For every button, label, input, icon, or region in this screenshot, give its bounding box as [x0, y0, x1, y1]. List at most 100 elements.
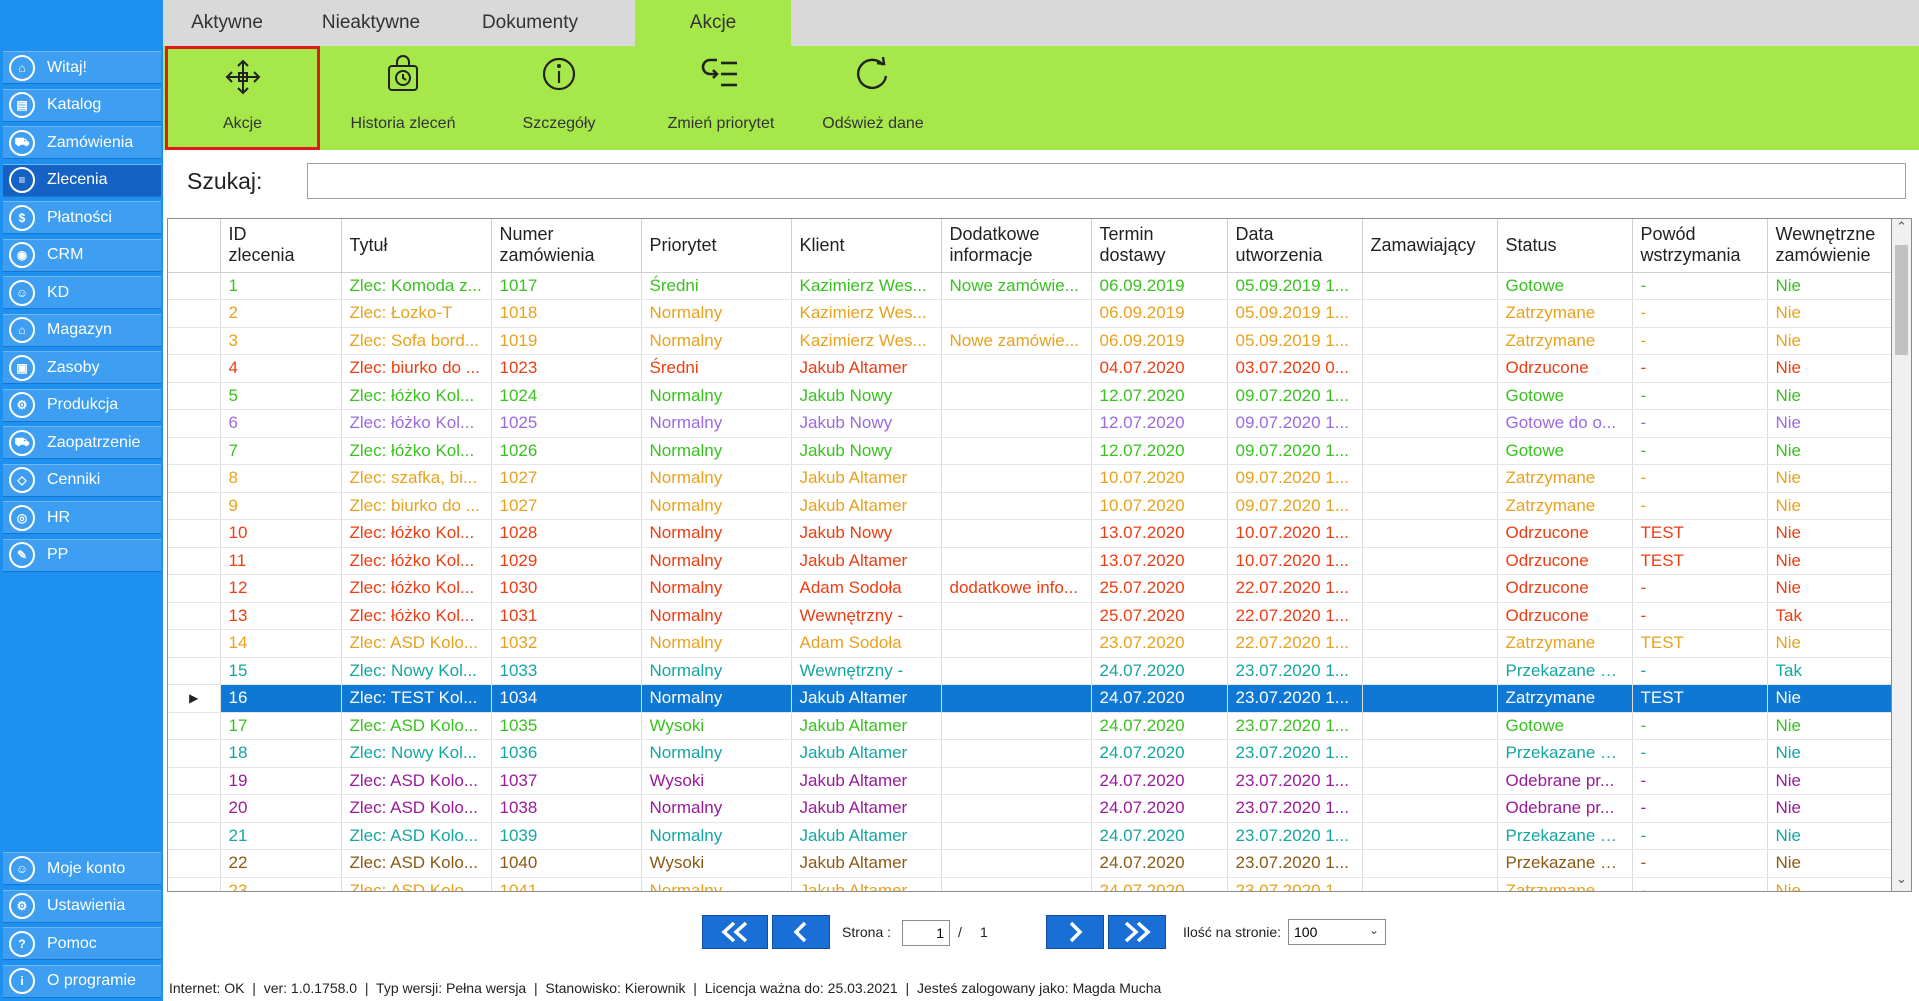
table-cell[interactable]: Zatrzymane: [1497, 877, 1633, 891]
table-cell[interactable]: 9: [220, 492, 342, 520]
table-cell[interactable]: Odebrane pr...: [1497, 767, 1633, 795]
table-cell[interactable]: 1032: [491, 629, 642, 658]
table-cell[interactable]: Zlec: łóżko Kol...: [341, 437, 492, 465]
current-row-indicator-icon[interactable]: ▶: [168, 684, 221, 713]
table-cell[interactable]: Normalny: [641, 464, 792, 493]
table-cell[interactable]: Nie: [1767, 849, 1891, 878]
row-header[interactable]: [168, 767, 221, 795]
table-cell[interactable]: Normalny: [641, 409, 792, 438]
sidebar-item-kd[interactable]: ☺ KD: [3, 276, 161, 309]
table-cell[interactable]: Zatrzymane: [1497, 629, 1633, 658]
prev-page-button[interactable]: [772, 915, 830, 949]
table-cell[interactable]: 14: [220, 629, 342, 658]
table-cell[interactable]: Nie: [1767, 574, 1891, 603]
table-cell[interactable]: Gotowe: [1497, 382, 1633, 410]
table-cell[interactable]: Odrzucone: [1497, 547, 1633, 575]
table-cell[interactable]: Wysoki: [641, 849, 792, 878]
table-cell[interactable]: Jakub Altamer: [791, 547, 942, 575]
table-cell[interactable]: Odebrane pr...: [1497, 794, 1633, 823]
table-cell[interactable]: TEST: [1632, 519, 1768, 548]
table-cell[interactable]: Zlec: szafka, bi...: [341, 464, 492, 493]
table-cell[interactable]: [1362, 492, 1498, 520]
table-cell[interactable]: 22.07.2020 1...: [1227, 629, 1363, 658]
table-cell[interactable]: Adam Sodoła: [791, 574, 942, 603]
table-cell[interactable]: 15: [220, 657, 342, 685]
table-cell[interactable]: Nie: [1767, 437, 1891, 465]
sidebar-item-zamówienia[interactable]: ⛟ Zamówienia: [3, 126, 161, 159]
table-cell[interactable]: 09.07.2020 1...: [1227, 437, 1363, 465]
table-cell[interactable]: Jakub Nowy: [791, 409, 942, 438]
sidebar-item-hr[interactable]: ◎ HR: [3, 501, 161, 534]
row-header[interactable]: [168, 657, 221, 685]
row-header[interactable]: [168, 712, 221, 740]
table-cell[interactable]: Jakub Altamer: [791, 354, 942, 383]
row-header[interactable]: [168, 492, 221, 520]
table-cell[interactable]: [1362, 629, 1498, 658]
table-cell[interactable]: 09.07.2020 1...: [1227, 409, 1363, 438]
table-cell[interactable]: 21: [220, 822, 342, 850]
table-row[interactable]: 10 Zlec: łóżko Kol... 1028 Normalny Jakub No…: [168, 519, 1891, 548]
table-cell[interactable]: [1362, 299, 1498, 328]
akcje-button[interactable]: Akcje: [165, 46, 320, 150]
table-cell[interactable]: Normalny: [641, 299, 792, 328]
table-cell[interactable]: 06.09.2019: [1091, 272, 1228, 300]
table-cell[interactable]: Jakub Altamer: [791, 877, 942, 891]
scroll-down-icon[interactable]: ⌄: [1892, 871, 1911, 891]
table-cell[interactable]: 17: [220, 712, 342, 740]
table-cell[interactable]: 1031: [491, 602, 642, 630]
table-cell[interactable]: Normalny: [641, 574, 792, 603]
row-header[interactable]: [168, 629, 221, 658]
row-header[interactable]: [168, 877, 221, 891]
table-cell[interactable]: Odrzucone: [1497, 574, 1633, 603]
sidebar-item-pp[interactable]: ✎ PP: [3, 538, 161, 572]
row-header[interactable]: [168, 354, 221, 383]
table-cell[interactable]: 18: [220, 739, 342, 768]
table-cell[interactable]: 25.07.2020: [1091, 602, 1228, 630]
table-cell[interactable]: TEST: [1632, 684, 1768, 713]
row-header[interactable]: [168, 822, 221, 850]
tab-akcje[interactable]: Akcje: [635, 0, 791, 46]
table-cell[interactable]: Wewnętrzny -: [791, 657, 942, 685]
column-header[interactable]: Termin dostawy: [1091, 219, 1228, 273]
table-cell[interactable]: 5: [220, 382, 342, 410]
table-cell[interactable]: [941, 437, 1092, 465]
table-cell[interactable]: 23.07.2020: [1091, 629, 1228, 658]
table-cell[interactable]: 10.07.2020 1...: [1227, 547, 1363, 575]
table-row[interactable]: 9 Zlec: biurko do ... 1027 Normalny Jakub Al…: [168, 492, 1891, 520]
table-row[interactable]: 17 Zlec: ASD Kolo... 1035 Wysoki Jakub Altam…: [168, 712, 1891, 740]
row-header[interactable]: [168, 519, 221, 548]
table-cell[interactable]: Zlec: łóżko Kol...: [341, 602, 492, 630]
table-cell[interactable]: Normalny: [641, 657, 792, 685]
table-cell[interactable]: -: [1632, 272, 1768, 300]
last-page-button[interactable]: [1108, 915, 1166, 949]
table-row[interactable]: 21 Zlec: ASD Kolo... 1039 Normalny Jakub Alt…: [168, 822, 1891, 850]
table-cell[interactable]: Przekazane n...: [1497, 739, 1633, 768]
table-cell[interactable]: Gotowe do o...: [1497, 409, 1633, 438]
table-cell[interactable]: -: [1632, 464, 1768, 493]
table-cell[interactable]: Zlec: łóżko Kol...: [341, 547, 492, 575]
table-cell[interactable]: Nie: [1767, 739, 1891, 768]
row-header[interactable]: [168, 299, 221, 328]
table-cell[interactable]: Nie: [1767, 712, 1891, 740]
column-header[interactable]: Zamawiający: [1362, 219, 1498, 273]
table-cell[interactable]: [941, 712, 1092, 740]
table-row[interactable]: 3 Zlec: Sofa bord... 1019 Normalny Kazimierz…: [168, 327, 1891, 355]
table-cell[interactable]: Nie: [1767, 354, 1891, 383]
table-cell[interactable]: 25.07.2020: [1091, 574, 1228, 603]
table-cell[interactable]: 09.07.2020 1...: [1227, 464, 1363, 493]
table-cell[interactable]: Nie: [1767, 327, 1891, 355]
table-cell[interactable]: [1362, 327, 1498, 355]
table-cell[interactable]: [1362, 464, 1498, 493]
table-row[interactable]: 22 Zlec: ASD Kolo... 1040 Wysoki Jakub Altam…: [168, 849, 1891, 878]
table-cell[interactable]: 1029: [491, 547, 642, 575]
vertical-scrollbar[interactable]: ⌃ ⌄: [1892, 218, 1912, 892]
table-cell[interactable]: Normalny: [641, 794, 792, 823]
row-header[interactable]: [168, 574, 221, 603]
row-header[interactable]: [168, 849, 221, 878]
odswiez-dane-button[interactable]: Odśwież dane: [803, 46, 943, 150]
table-cell[interactable]: Nie: [1767, 272, 1891, 300]
table-cell[interactable]: -: [1632, 877, 1768, 891]
table-cell[interactable]: Zlec: ASD Kolo...: [341, 794, 492, 823]
table-cell[interactable]: 12.07.2020: [1091, 382, 1228, 410]
table-cell[interactable]: Zatrzymane: [1497, 684, 1633, 713]
